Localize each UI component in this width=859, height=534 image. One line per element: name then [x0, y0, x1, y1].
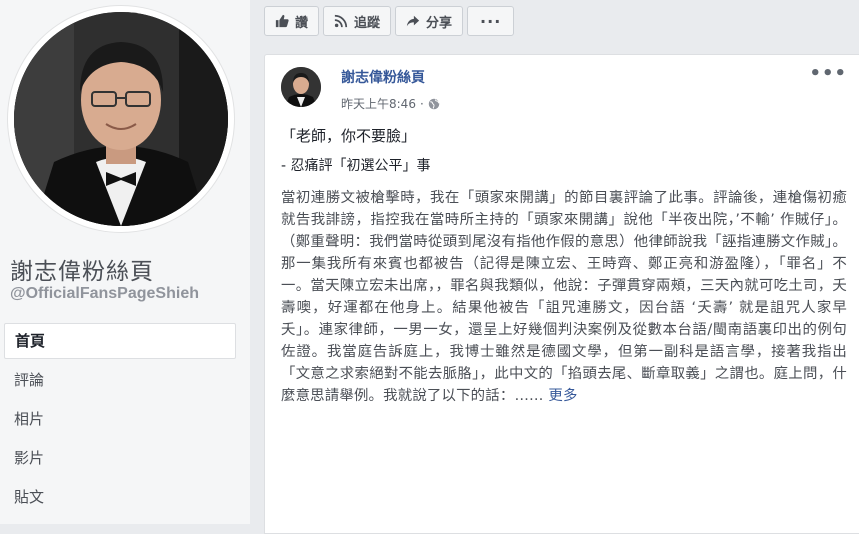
post-body: 「老師，你不要臉」 - 忍痛評「初選公平」事 當初連勝文被槍擊時，我在「頭家來開…: [281, 125, 847, 407]
see-more-link[interactable]: 更多: [548, 388, 577, 404]
rss-icon: [334, 14, 348, 28]
post-options-icon[interactable]: •••: [809, 63, 847, 84]
page-nav: 首頁 評論 相片 影片 貼文: [4, 323, 236, 518]
globe-icon[interactable]: [428, 98, 440, 110]
post-paragraph: 當初連勝文被槍擊時，我在「頭家來開講」的節目裏評論了此事。評論後，連槍傷初癒就告…: [281, 187, 847, 407]
thumbs-up-icon: [275, 14, 289, 28]
more-options-button[interactable]: ···: [467, 6, 515, 36]
post-card: 謝志偉粉絲頁 昨天上午8:46 · ••• 「老師，你不要臉」 - 忍痛評「初選…: [264, 54, 859, 534]
post-text: 當初連勝文被槍擊時，我在「頭家來開講」的節目裏評論了此事。評論後，連槍傷初癒就告…: [281, 190, 847, 404]
page-handle[interactable]: @OfficialFansPageShieh: [10, 285, 199, 303]
meta-separator: ·: [419, 96, 424, 111]
like-label: 讚: [295, 15, 309, 31]
share-arrow-icon: [406, 15, 420, 27]
share-button[interactable]: 分享: [395, 6, 464, 36]
post-author-avatar[interactable]: [281, 67, 321, 107]
post-subheadline: - 忍痛評「初選公平」事: [281, 158, 431, 174]
post-author-name[interactable]: 謝志偉粉絲頁: [341, 67, 425, 87]
nav-item-home[interactable]: 首頁: [4, 323, 236, 359]
post-headline: 「老師，你不要臉」: [281, 127, 417, 145]
nav-item-reviews[interactable]: 評論: [4, 362, 236, 398]
follow-button[interactable]: 追蹤: [323, 6, 392, 36]
like-button[interactable]: 讚: [264, 6, 320, 36]
follow-label: 追蹤: [354, 15, 381, 31]
profile-picture[interactable]: [14, 12, 228, 226]
share-label: 分享: [426, 15, 453, 31]
nav-item-posts[interactable]: 貼文: [4, 479, 236, 515]
nav-item-videos[interactable]: 影片: [4, 440, 236, 476]
left-column: 謝志偉粉絲頁 @OfficialFansPageShieh 首頁 評論 相片 影…: [0, 0, 250, 524]
author-photo-image: [281, 67, 321, 107]
post-meta: 昨天上午8:46 ·: [341, 95, 440, 112]
page-action-bar: 讚 追蹤 分享 ···: [264, 6, 515, 36]
profile-photo-image: [14, 12, 228, 226]
page-name[interactable]: 謝志偉粉絲頁: [10, 252, 154, 286]
profile-picture-frame[interactable]: [8, 6, 234, 232]
post-timestamp[interactable]: 昨天上午8:46: [341, 95, 416, 112]
nav-item-photos[interactable]: 相片: [4, 401, 236, 437]
